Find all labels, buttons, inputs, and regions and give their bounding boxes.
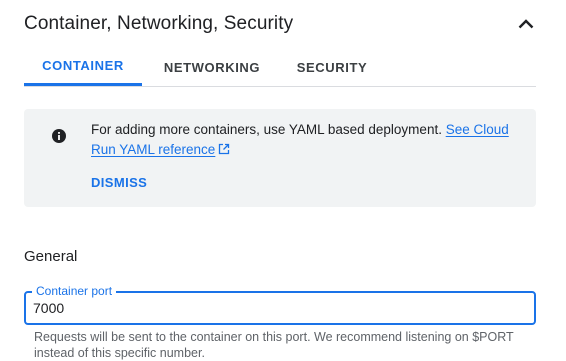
dismiss-button[interactable]: DISMISS	[91, 175, 147, 190]
info-banner: For adding more containers, use YAML bas…	[24, 109, 536, 207]
tab-networking[interactable]: NETWORKING	[142, 48, 282, 86]
tab-container[interactable]: CONTAINER	[24, 48, 142, 86]
container-port-input[interactable]	[33, 299, 513, 317]
info-message: For adding more containers, use YAML bas…	[91, 120, 523, 160]
chevron-up-icon	[518, 19, 534, 29]
tab-bar: CONTAINER NETWORKING SECURITY	[24, 48, 536, 87]
info-icon	[52, 129, 66, 143]
tab-security[interactable]: SECURITY	[282, 48, 382, 86]
general-section-title: General	[24, 248, 78, 265]
container-port-field[interactable]: Container port	[24, 284, 536, 325]
open-in-new-icon	[219, 143, 230, 155]
panel-header: Container, Networking, Security	[24, 10, 540, 38]
container-port-label: Container port	[32, 284, 117, 298]
info-text: For adding more containers, use YAML bas…	[91, 122, 446, 137]
container-port-helper: Requests will be sent to the container o…	[34, 330, 514, 360]
collapse-button[interactable]	[512, 10, 540, 38]
panel-title: Container, Networking, Security	[24, 13, 294, 34]
